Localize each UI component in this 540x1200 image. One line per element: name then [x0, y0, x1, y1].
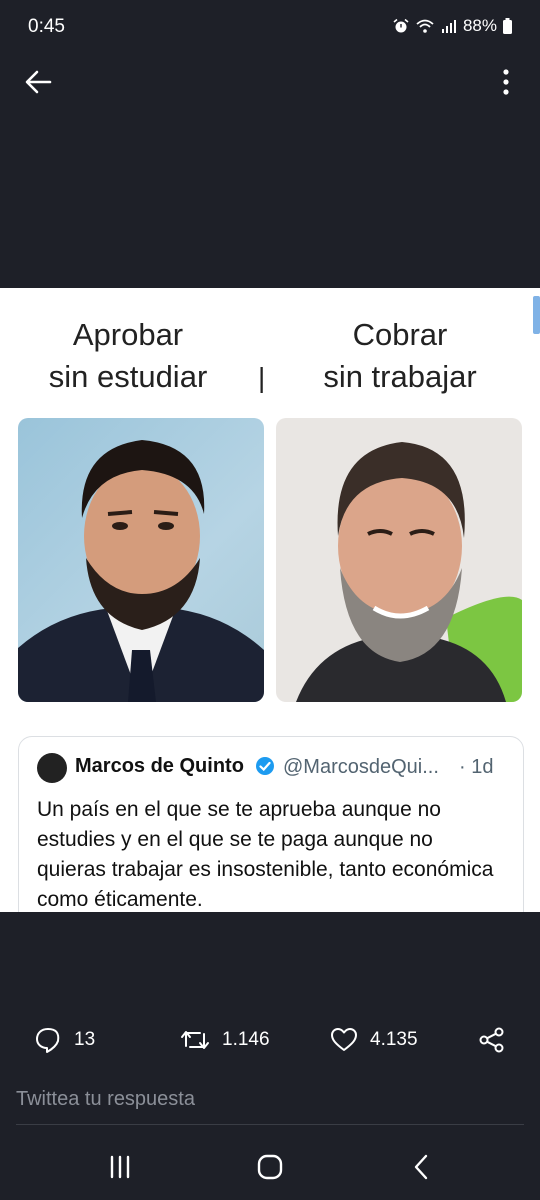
share-icon	[479, 1027, 504, 1053]
signal-icon	[441, 20, 456, 33]
status-icons: 88%	[393, 16, 512, 36]
caption-right-line-2: sin trabajar	[323, 359, 477, 394]
like-count: 4.135	[370, 1029, 418, 1050]
quoted-tweet-avatar[interactable]	[37, 753, 67, 783]
battery-icon	[503, 18, 512, 34]
back-arrow-icon[interactable]	[22, 66, 54, 98]
portrait-right	[276, 418, 522, 702]
scroll-indicator	[533, 296, 540, 334]
alarm-icon	[393, 18, 409, 33]
quoted-tweet-time: · 1d	[459, 756, 494, 778]
quoted-tweet-text: Un país en el que se te aprueba aunque n…	[37, 798, 494, 911]
nav-back-icon[interactable]	[406, 1152, 438, 1182]
quoted-tweet[interactable]: Marcos de Quinto @MarcosdeQui... · 1d Un…	[18, 736, 524, 912]
retweet-button[interactable]: 1.146	[180, 1026, 270, 1054]
tweet-image[interactable]: Aprobar sin estudiar | Cobrar sin trabaj…	[0, 288, 540, 912]
wifi-icon	[416, 19, 434, 33]
quoted-tweet-handle[interactable]: @MarcosdeQui...	[283, 756, 439, 779]
caption-left-line-1: Aprobar	[72, 317, 184, 352]
share-button[interactable]	[478, 1026, 506, 1054]
caption-left: Aprobar sin estudiar	[8, 314, 248, 398]
more-options-icon[interactable]	[492, 66, 520, 98]
reply-button[interactable]: 13	[34, 1026, 95, 1054]
home-icon[interactable]	[254, 1152, 286, 1182]
reply-input[interactable]: Twittea tu respuesta	[16, 1088, 524, 1125]
reply-count: 13	[74, 1029, 96, 1050]
retweet-count: 1.146	[222, 1029, 270, 1050]
caption-left-line-2: sin estudiar	[48, 359, 208, 394]
battery-percent: 88%	[462, 16, 497, 35]
reply-icon	[36, 1028, 60, 1053]
portrait-left	[18, 418, 264, 702]
caption-right: Cobrar sin trabajar	[280, 314, 520, 398]
quoted-tweet-author-name[interactable]: Marcos de Quinto	[75, 755, 244, 778]
recent-apps-icon[interactable]	[104, 1152, 136, 1182]
caption-right-line-1: Cobrar	[352, 317, 448, 352]
verified-badge-icon	[256, 757, 274, 775]
like-button[interactable]: 4.135	[330, 1026, 418, 1054]
status-time: 0:45	[28, 16, 65, 37]
heart-icon	[331, 1028, 357, 1051]
caption-separator: |	[258, 362, 266, 393]
retweet-icon	[181, 1031, 209, 1049]
